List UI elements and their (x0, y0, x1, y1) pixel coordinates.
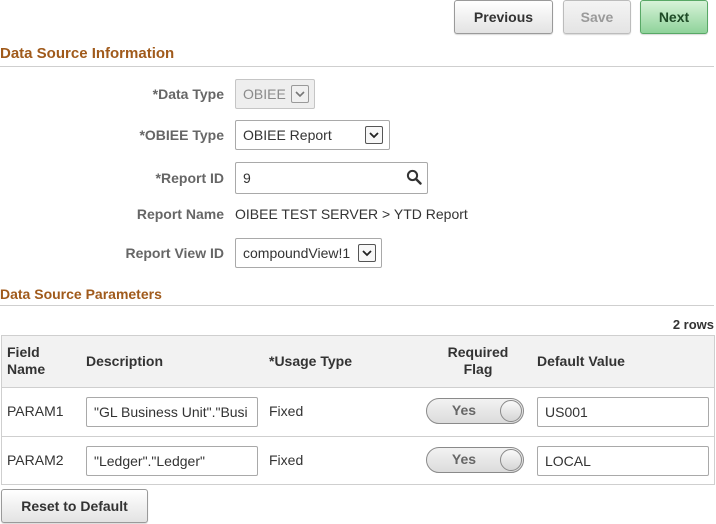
description-input[interactable]: "GL Business Unit"."Busi (86, 397, 258, 427)
row-count: 2 rows (672, 317, 714, 332)
reset-to-default-button[interactable]: Reset to Default (1, 489, 148, 523)
report-id-value: 9 (243, 170, 251, 186)
report-id-label: *Report ID (155, 170, 224, 186)
toggle-knob (500, 449, 522, 471)
section-divider (0, 66, 714, 67)
section-title-data-source-parameters: Data Source Parameters (0, 286, 162, 302)
section-divider (0, 305, 714, 306)
col-header-required-flag: Required Flag (447, 344, 509, 377)
obiee-type-label: *OBIEE Type (139, 127, 224, 143)
report-name-label: Report Name (136, 206, 224, 222)
toggle-label: Yes (451, 451, 477, 467)
chevron-down-icon (365, 126, 383, 144)
table-row: PARAM2 "Ledger"."Ledger" Fixed Yes LOCAL (2, 437, 714, 484)
chevron-down-icon (358, 244, 376, 262)
data-type-label: *Data Type (152, 86, 224, 102)
obiee-type-select[interactable]: OBIEE Report (235, 120, 390, 150)
required-flag-toggle[interactable]: Yes (426, 398, 524, 424)
usage-type-cell: Fixed (269, 452, 304, 468)
report-view-id-label: Report View ID (125, 245, 224, 261)
toggle-label: Yes (451, 402, 477, 418)
chevron-down-icon (291, 85, 309, 103)
col-header-usage-type: *Usage Type (269, 353, 352, 369)
section-title-data-source-info: Data Source Information (0, 45, 175, 62)
col-header-description: Description (86, 353, 164, 369)
field-name-cell: PARAM2 (7, 452, 64, 468)
default-value-input[interactable]: US001 (537, 397, 709, 427)
save-button[interactable]: Save (563, 0, 631, 34)
data-type-value: OBIEE (243, 86, 286, 102)
description-input[interactable]: "Ledger"."Ledger" (86, 446, 258, 476)
search-icon[interactable] (406, 169, 422, 188)
toggle-knob (500, 400, 522, 422)
col-header-field-name: Field Name (7, 344, 46, 377)
table-row: PARAM1 "GL Business Unit"."Busi Fixed Ye… (2, 388, 714, 437)
usage-type-cell: Fixed (269, 403, 304, 419)
report-view-id-select[interactable]: compoundView!1 (235, 238, 382, 268)
field-name-cell: PARAM1 (7, 403, 64, 419)
next-button[interactable]: Next (640, 0, 708, 34)
report-view-id-value: compoundView!1 (243, 245, 351, 261)
obiee-type-value: OBIEE Report (243, 127, 332, 143)
col-header-default-value: Default Value (537, 353, 625, 369)
parameters-grid: Field Name Description *Usage Type Requi… (1, 335, 715, 485)
required-flag-toggle[interactable]: Yes (426, 447, 524, 473)
data-type-select[interactable]: OBIEE (235, 79, 315, 109)
previous-button[interactable]: Previous (454, 0, 553, 34)
report-id-input[interactable]: 9 (235, 162, 428, 194)
report-name-value: OIBEE TEST SERVER > YTD Report (235, 206, 468, 222)
default-value-input[interactable]: LOCAL (537, 446, 709, 476)
